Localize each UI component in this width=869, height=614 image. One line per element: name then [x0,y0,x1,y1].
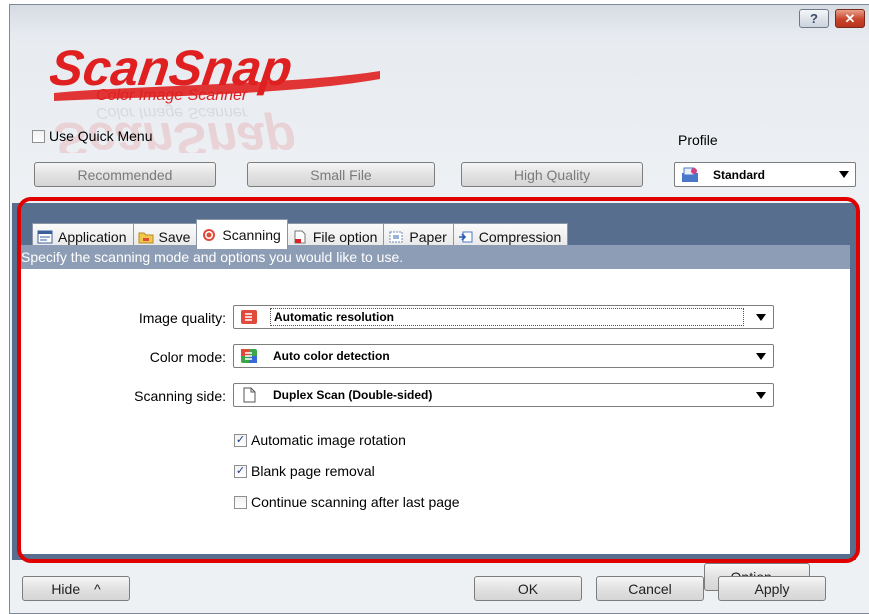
checkmark-icon[interactable]: ✓ [234,464,247,478]
tab-compression-label: Compression [478,228,562,245]
scanning-tab-content: Specify the scanning mode and options yo… [18,245,850,591]
color-mode-icon [241,349,257,363]
resolution-icon [241,310,257,324]
continue-scanning-checkbox[interactable]: Continue scanning after last page [234,494,460,510]
chevron-down-icon [756,392,766,399]
blank-page-removal-label: Blank page removal [251,463,375,479]
scanning-icon [203,228,216,241]
folder-icon [138,232,153,243]
paper-icon [389,231,403,242]
scanning-side-label: Scanning side: [134,388,226,404]
tab-description: Specify the scanning mode and options yo… [18,245,850,269]
close-icon: ✕ [844,10,856,26]
continue-scanning-label: Continue scanning after last page [251,494,460,510]
profile-label: Profile [678,132,718,148]
color-mode-value: Auto color detection [273,349,390,363]
automatic-rotation-label: Automatic image rotation [251,432,406,448]
image-quality-value: Automatic resolution [270,308,744,326]
use-quick-menu-checkbox[interactable]: Use Quick Menu [32,128,152,144]
tab-save-label: Save [158,228,191,245]
checkmark-icon[interactable]: ✓ [234,433,247,447]
chevron-down-icon [756,314,766,321]
high-quality-button[interactable]: High Quality [461,162,643,187]
tab-scanning-label: Scanning [222,226,281,243]
close-button[interactable]: ✕ [835,9,865,28]
color-mode-label: Color mode: [149,349,226,365]
blank-page-removal-checkbox[interactable]: ✓ Blank page removal [234,463,375,479]
image-quality-label: Image quality: [138,310,226,326]
application-icon [37,230,53,243]
title-bar-buttons: ? ✕ [799,9,865,28]
chevron-down-icon [839,171,849,178]
small-file-button[interactable]: Small File [247,162,435,187]
chevron-down-icon [756,353,766,360]
file-option-icon [294,230,306,243]
settings-panel: Application Save Scanning File option Pa… [12,203,856,591]
cancel-button[interactable]: Cancel [596,576,704,601]
logo-tagline: Color Image Scanner [96,87,248,104]
ok-button[interactable]: OK [474,576,582,601]
hide-button[interactable]: Hide ^ [22,576,130,601]
profile-dropdown[interactable]: Standard [674,162,856,187]
compression-icon [458,231,473,242]
quick-menu-box[interactable] [32,129,45,143]
profile-icon [682,167,698,182]
automatic-rotation-checkbox[interactable]: ✓ Automatic image rotation [234,432,406,448]
scanning-side-dropdown[interactable]: Duplex Scan (Double-sided) [233,383,774,407]
quick-menu-label: Use Quick Menu [49,128,153,144]
help-icon: ? [810,11,818,26]
logo-tagline-reflection: Color Image Scanner [96,104,248,121]
help-button[interactable]: ? [799,9,829,28]
scanning-side-value: Duplex Scan (Double-sided) [273,388,433,402]
recommended-button[interactable]: Recommended [34,162,216,187]
continue-scanning-box[interactable] [234,495,247,509]
apply-button[interactable]: Apply [718,576,826,601]
image-quality-dropdown[interactable]: Automatic resolution [233,305,774,329]
profile-value: Standard [713,167,766,182]
tab-paper-label: Paper [409,228,447,245]
chevron-up-icon: ^ [94,580,101,597]
tab-file-option-label: File option [312,228,378,245]
tab-scanning[interactable]: Scanning [196,219,288,249]
color-mode-dropdown[interactable]: Auto color detection [233,344,774,368]
hide-label: Hide [51,580,81,597]
tab-application-label: Application [58,228,127,245]
page-icon [243,387,256,403]
